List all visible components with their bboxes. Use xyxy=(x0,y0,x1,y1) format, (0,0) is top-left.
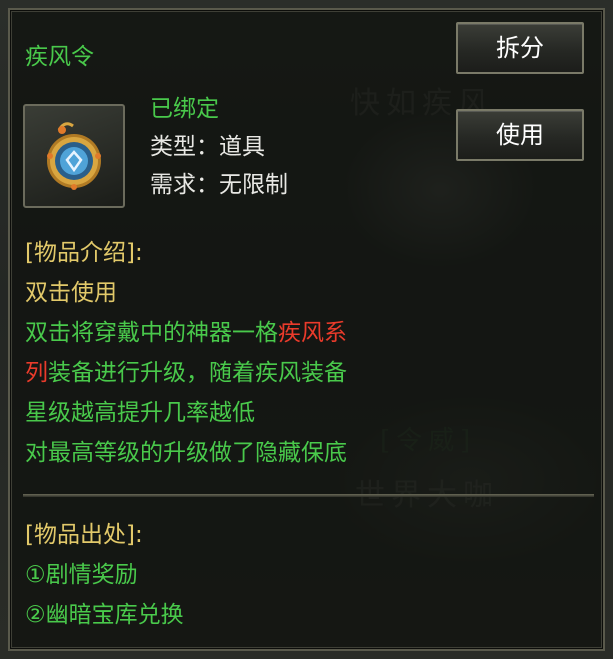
description-line: 列装备进行升级，随着疾风装备 xyxy=(25,358,347,388)
item-name: 疾风令 xyxy=(25,44,94,70)
source-list-item: ②幽暗宝库兑换 xyxy=(25,602,184,628)
source-list-item: ①剧情奖励 xyxy=(25,562,138,588)
item-requirement-value: 无限制 xyxy=(219,172,288,198)
item-icon-slot[interactable] xyxy=(23,104,125,208)
description-text: 双击将穿戴中的神器一格 xyxy=(25,320,278,346)
item-requirement-label: 需求： xyxy=(150,172,219,198)
description-line: 星级越高提升几率越低 xyxy=(25,400,255,426)
item-type-value: 道具 xyxy=(219,134,265,160)
description-line: 对最高等级的升级做了隐藏保底 xyxy=(25,440,347,466)
wind-token-amulet-icon xyxy=(47,122,101,190)
item-intro-header: [物品介绍]: xyxy=(25,240,143,266)
usage-text: 双击使用 xyxy=(25,280,117,306)
item-type-row: 类型：道具 xyxy=(150,132,265,162)
description-line: 双击将穿戴中的神器一格疾风系 xyxy=(25,318,347,348)
split-button[interactable]: 拆分 xyxy=(456,22,584,74)
item-tooltip-panel: 疾风令 已绑定 类型：道具 需求：无限制 拆分 使用 [物品介绍]: 双击使用 … xyxy=(8,8,605,651)
item-source-header: [物品出处]: xyxy=(25,522,143,548)
item-requirement-row: 需求：无限制 xyxy=(150,170,288,200)
item-type-label: 类型： xyxy=(150,134,219,160)
description-highlight: 疾风系 xyxy=(278,320,347,346)
description-highlight: 列 xyxy=(25,360,48,386)
section-divider xyxy=(23,494,594,497)
description-text: 装备进行升级，随着疾风装备 xyxy=(48,360,347,386)
use-button[interactable]: 使用 xyxy=(456,109,584,161)
bound-status: 已绑定 xyxy=(150,96,219,122)
